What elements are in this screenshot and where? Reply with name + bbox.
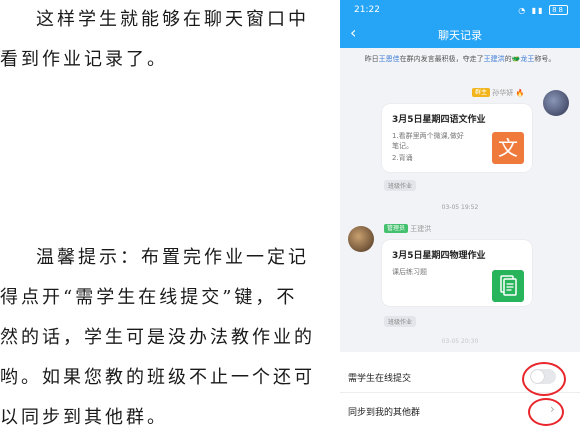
admin-badge: 管理员 (384, 224, 409, 233)
nav-bar: ‹ 聊天记录 (340, 20, 580, 48)
message-timestamp: 03-05 19:52 (441, 204, 479, 211)
text-line: 这样学生就能够在聊天窗口中 (36, 9, 309, 30)
signal-icons: ◔ ▮▮ 88 (518, 5, 568, 15)
text-line: 哟。如果您教的班级不止一个还可 (0, 367, 315, 388)
sync-groups-label: 同步到我的其他群 (348, 408, 421, 418)
page-title: 聊天记录 (438, 29, 482, 42)
homework-settings-panel: 需学生在线提交 同步到我的其他群 › (340, 352, 580, 447)
homework-tag: 班级作业 (384, 180, 417, 191)
homework-line: 2.背诵 (392, 154, 413, 162)
online-submit-row[interactable]: 需学生在线提交 (340, 362, 580, 396)
avatar[interactable] (348, 226, 374, 252)
chinese-subject-icon: 文 (492, 132, 524, 164)
message-sender: 管理员 王建洪 (384, 224, 431, 234)
sender-name: 王建洪 (410, 225, 432, 233)
battery-icon: 88 (549, 5, 568, 15)
paragraph-intro: 这样学生就能够在聊天窗口中 看到作业记录了。 (0, 0, 332, 80)
text-line: 然的话，学生可是没办法教作业的 (0, 327, 315, 348)
status-time: 21:22 (354, 5, 380, 15)
wifi-icon: ◔ (518, 6, 528, 15)
document-icon (492, 270, 524, 302)
group-notice: 昨日王恩佳在群内发言最积极，夺走了王建洪的🐲龙王称号。 (352, 54, 568, 65)
sync-groups-row[interactable]: 同步到我的其他群 › (340, 396, 580, 426)
notice-text: 称号。 (534, 55, 556, 63)
phone-screenshot: 21:22 ◔ ▮▮ 88 ‹ 聊天记录 昨日王恩佳在群内发言最积极，夺走了王建… (340, 0, 580, 447)
notice-title: 龙王 (520, 55, 535, 63)
online-submit-label: 需学生在线提交 (348, 374, 412, 384)
status-bar: 21:22 ◔ ▮▮ 88 (340, 0, 580, 20)
sender-name: 孙华妍 (492, 89, 514, 97)
homework-tag: 班级作业 (384, 316, 417, 327)
notice-text: 昨日 (364, 55, 379, 63)
message-sender: 群主 孙华妍 🔥 (472, 88, 524, 98)
highlight-circle (522, 362, 566, 396)
homework-title: 3月5日星期四物理作业 (392, 251, 486, 261)
homework-title: 3月5日星期四语文作业 (392, 115, 486, 125)
text-line: 温馨提示：布置完作业一定记 (36, 247, 309, 268)
text-line: 看到作业记录了。 (0, 49, 168, 70)
homework-card[interactable]: 3月5日星期四语文作业 1.看群里两个微课,做好 笔记。 2.背诵 文 (382, 104, 532, 172)
homework-card[interactable]: 3月5日星期四物理作业 课后练习题 (382, 240, 532, 306)
homework-line: 1.看群里两个微课,做好 (392, 132, 464, 140)
message-timestamp: 03-05 20:30 (441, 338, 479, 345)
text-line: 以同步到其他群。 (0, 407, 168, 428)
notice-name[interactable]: 王恩佳 (379, 55, 400, 63)
signal-icon: ▮▮ (531, 6, 545, 15)
notice-name[interactable]: 王建洪 (484, 55, 505, 63)
paragraph-tip: 温馨提示：布置完作业一定记 得点开“需学生在线提交”键，不 然的话，学生可是没办… (0, 238, 332, 438)
avatar[interactable] (543, 90, 569, 116)
homework-line: 课后练习题 (392, 268, 427, 276)
highlight-circle (528, 398, 564, 426)
text-line: 得点开“需学生在线提交”键，不 (0, 287, 298, 308)
fire-icon: 🔥 (515, 89, 525, 97)
notice-text: 在群内发言最积极，夺走了 (399, 55, 484, 63)
notice-text: 的 (504, 55, 512, 63)
homework-line: 笔记。 (392, 142, 413, 150)
owner-badge: 群主 (472, 88, 491, 97)
